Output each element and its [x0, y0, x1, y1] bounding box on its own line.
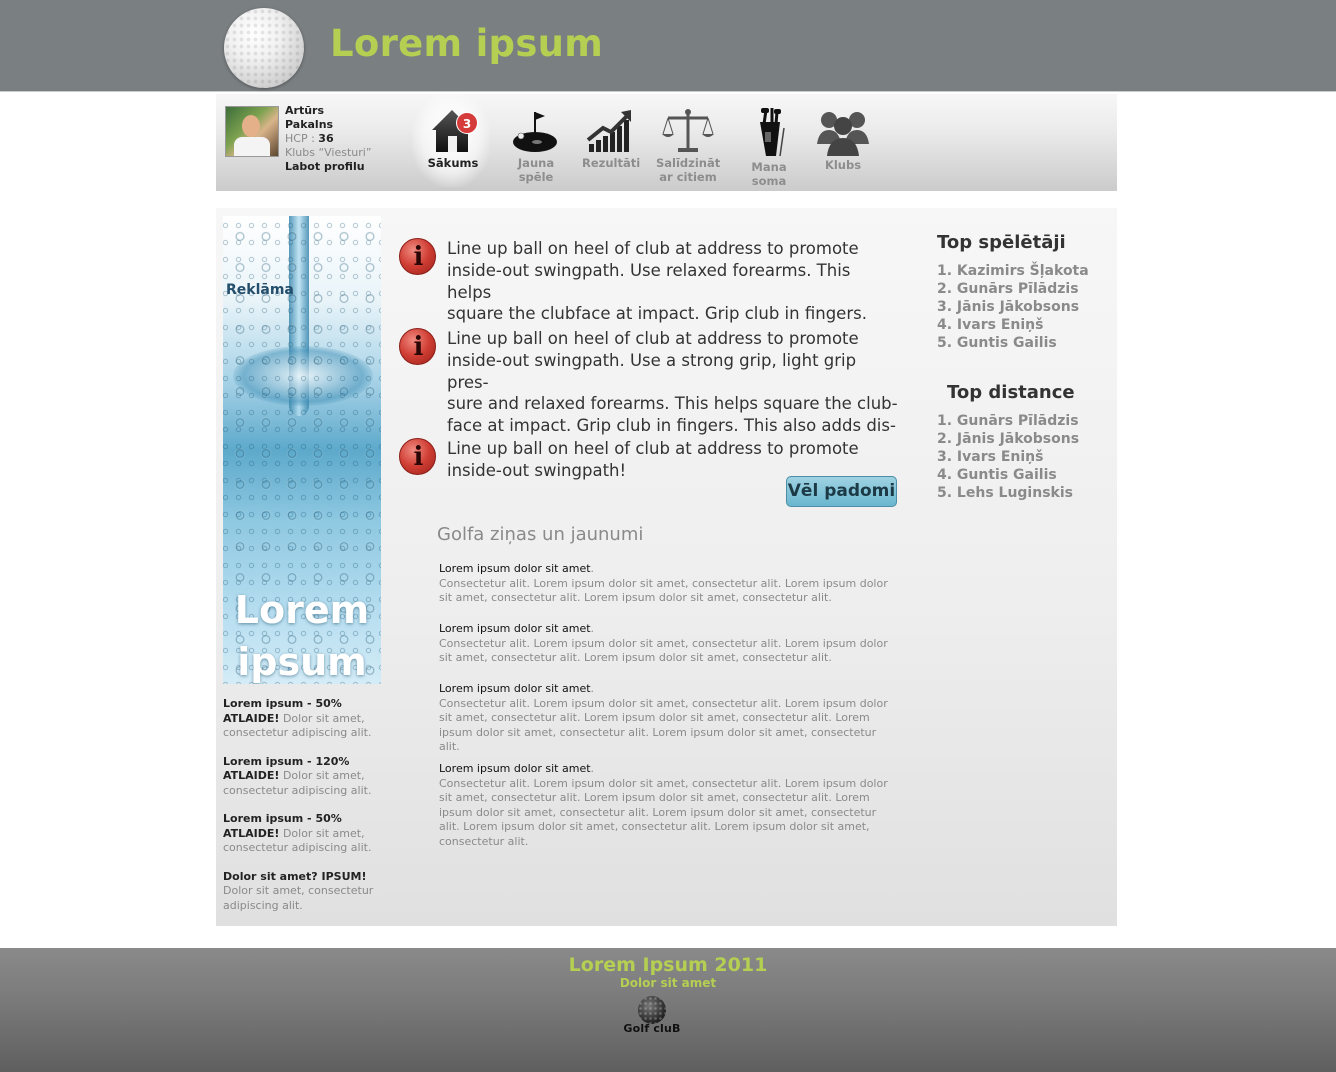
promo-item[interactable]: Lorem ipsum - 50% ATLAIDE! Dolor sit ame… — [223, 697, 383, 741]
info-icon — [399, 238, 437, 275]
top-distance-item[interactable]: 5. Lehs Luginskis — [937, 484, 1079, 502]
nav-item-club[interactable]: Klubs — [814, 106, 872, 172]
nav-item-compare[interactable]: Salīdzināt ar citiem — [656, 106, 720, 184]
news-heading[interactable]: Lorem ipsum dolor sit amet — [439, 562, 591, 575]
news-body: Consectetur alit. Lorem ipsum dolor sit … — [439, 696, 888, 754]
user-first-name: Artūrs — [285, 104, 324, 117]
top-player-item[interactable]: 4. Ivars Eniņš — [937, 316, 1107, 334]
ad-title: Lorem ipsum — [234, 588, 370, 684]
nav-label-compare-line2: ar citiem — [659, 170, 717, 184]
user-hcp-value: 36 — [318, 132, 334, 145]
notification-badge: 3 — [456, 112, 478, 134]
user-hcp: HCP : 36 — [285, 132, 334, 145]
nav-label-home: Sākums — [427, 156, 479, 170]
news-heading[interactable]: Lorem ipsum dolor sit amet — [439, 622, 591, 635]
leaderboard-sidebar: Top spēlētāji 1. Kazimirs Šļakota 2. Gun… — [937, 232, 1107, 501]
nav-item-new-game[interactable]: Jauna spēle — [501, 106, 571, 184]
nav-label-new-game: Jauna spēle — [517, 156, 555, 184]
top-player-item[interactable]: 1. Kazimirs Šļakota — [937, 262, 1107, 280]
top-distance-item[interactable]: 3. Ivars Eniņš — [937, 448, 1079, 466]
top-distance-list: 1. Gunārs Pīlādzis 2. Jānis Jākobsons 3.… — [937, 412, 1079, 502]
top-distance-item[interactable]: 2. Jānis Jākobsons — [937, 430, 1079, 448]
nav-item-home[interactable]: 3 Sākums — [412, 92, 490, 187]
advertisement-banner[interactable]: Reklāma Lorem ipsum — [223, 216, 381, 684]
promo-list: Lorem ipsum - 50% ATLAIDE! Dolor sit ame… — [223, 697, 383, 927]
user-last-name: Pakalns — [285, 118, 334, 131]
top-distance-item[interactable]: 1. Gunārs Pīlādzis — [937, 412, 1079, 430]
footer-logo-text: Golf cluB — [623, 1022, 681, 1035]
golf-flag-icon — [513, 112, 557, 152]
tip-text: Line up ball on heel of club at address … — [447, 329, 898, 436]
tip-item: Line up ball on heel of club at address … — [399, 238, 899, 323]
top-players-title: Top spēlētāji — [937, 232, 1066, 253]
edit-profile-link[interactable]: Labot profilu — [285, 160, 372, 174]
ad-label: Reklāma — [226, 282, 294, 298]
top-player-item[interactable]: 3. Jānis Jākobsons — [937, 298, 1107, 316]
news-section-title: Golfa ziņas un jaunumi — [437, 524, 644, 545]
nav-label-my-bag: Mana soma — [751, 160, 787, 188]
main-content: Reklāma Lorem ipsum Lorem ipsum - 50% AT… — [216, 208, 1117, 926]
top-player-item[interactable]: 2. Gunārs Pīlādzis — [937, 280, 1107, 298]
golf-club-logo[interactable]: Golf cluB — [615, 996, 689, 1038]
user-avatar[interactable] — [225, 106, 279, 157]
nav-label-compare-line1: Salīdzināt — [656, 156, 721, 170]
info-icon — [399, 438, 437, 475]
news-body: Consectetur alit. Lorem ipsum dolor sit … — [439, 776, 888, 848]
news-body: Consectetur alit. Lorem ipsum dolor sit … — [439, 636, 888, 665]
top-distance-title: Top distance — [947, 382, 1075, 403]
news-body: Consectetur alit. Lorem ipsum dolor sit … — [439, 576, 888, 605]
top-player-item[interactable]: 5. Guntis Gailis — [937, 334, 1107, 352]
user-club: Klubs “Viesturi” — [285, 146, 372, 159]
user-profile: Artūrs Pakalns HCP : 36 Klubs “Viesturi”… — [285, 104, 372, 174]
news-heading[interactable]: Lorem ipsum dolor sit amet — [439, 762, 591, 775]
info-icon — [399, 328, 437, 365]
top-distance-block: Top distance 1. Gunārs Pīlādzis 2. Jānis… — [937, 382, 1079, 502]
promo-item[interactable]: Dolor sit amet? IPSUM! Dolor sit amet, c… — [223, 870, 383, 914]
golf-bag-icon — [760, 108, 785, 157]
tip-text: Line up ball on heel of club at address … — [447, 239, 867, 324]
nav-item-my-bag[interactable]: Mana soma — [736, 106, 802, 188]
nav-label-results: Rezultāti — [582, 156, 641, 170]
people-group-icon — [817, 112, 869, 156]
top-players-list: 1. Kazimirs Šļakota 2. Gunārs Pīlādzis 3… — [937, 262, 1107, 352]
nav-label-club: Klubs — [824, 158, 862, 172]
more-tips-button[interactable]: Vēl padomi — [786, 476, 897, 507]
golf-ball-logo[interactable] — [224, 8, 304, 88]
top-distance-item[interactable]: 4. Guntis Gailis — [937, 466, 1079, 484]
tip-item: Line up ball on heel of club at address … — [399, 328, 899, 435]
main-navbar: Artūrs Pakalns HCP : 36 Klubs “Viesturi”… — [216, 92, 1117, 191]
news-item[interactable]: Lorem ipsum dolor sit amet. Consectetur … — [439, 562, 899, 606]
footer-subtitle: Dolor sit amet — [619, 976, 717, 990]
promo-item[interactable]: Lorem ipsum - 120% ATLAIDE! Dolor sit am… — [223, 755, 383, 799]
chart-growth-icon — [586, 110, 631, 152]
site-header: Lorem ipsum — [0, 0, 1336, 92]
news-item[interactable]: Lorem ipsum dolor sit amet. Consectetur … — [439, 682, 899, 755]
footer-title: Lorem Ipsum 2011 — [568, 954, 768, 976]
scales-icon — [662, 109, 714, 152]
news-item[interactable]: Lorem ipsum dolor sit amet. Consectetur … — [439, 622, 899, 666]
site-title[interactable]: Lorem ipsum — [330, 22, 603, 65]
golf-ball-icon — [638, 996, 666, 1024]
news-heading[interactable]: Lorem ipsum dolor sit amet — [439, 682, 591, 695]
news-item[interactable]: Lorem ipsum dolor sit amet. Consectetur … — [439, 762, 899, 849]
site-footer: Lorem Ipsum 2011 Dolor sit amet Golf clu… — [0, 948, 1336, 1072]
promo-item[interactable]: Lorem ipsum - 50% ATLAIDE! Dolor sit ame… — [223, 812, 383, 856]
nav-item-results[interactable]: Rezultāti — [582, 106, 641, 170]
